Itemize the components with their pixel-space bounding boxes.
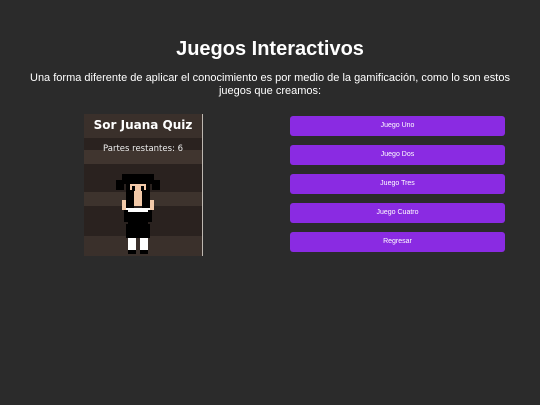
regresar-button[interactable]: Regresar (290, 232, 505, 252)
game-preview[interactable]: Sor Juana Quiz Partes restantes: 6 (84, 114, 203, 256)
juego-dos-button[interactable]: Juego Dos (290, 145, 505, 165)
juego-tres-button[interactable]: Juego Tres (290, 174, 505, 194)
game-menu: Juego Uno Juego Dos Juego Tres Juego Cua… (290, 116, 505, 261)
intro-text: Una forma diferente de aplicar el conoci… (30, 72, 510, 97)
page-title: Juegos Interactivos (176, 38, 364, 60)
character-sprite (116, 174, 160, 254)
juego-cuatro-button[interactable]: Juego Cuatro (290, 203, 505, 223)
game-status: Partes restantes: 6 (103, 144, 183, 154)
juego-uno-button[interactable]: Juego Uno (290, 116, 505, 136)
game-title: Sor Juana Quiz (93, 118, 193, 132)
